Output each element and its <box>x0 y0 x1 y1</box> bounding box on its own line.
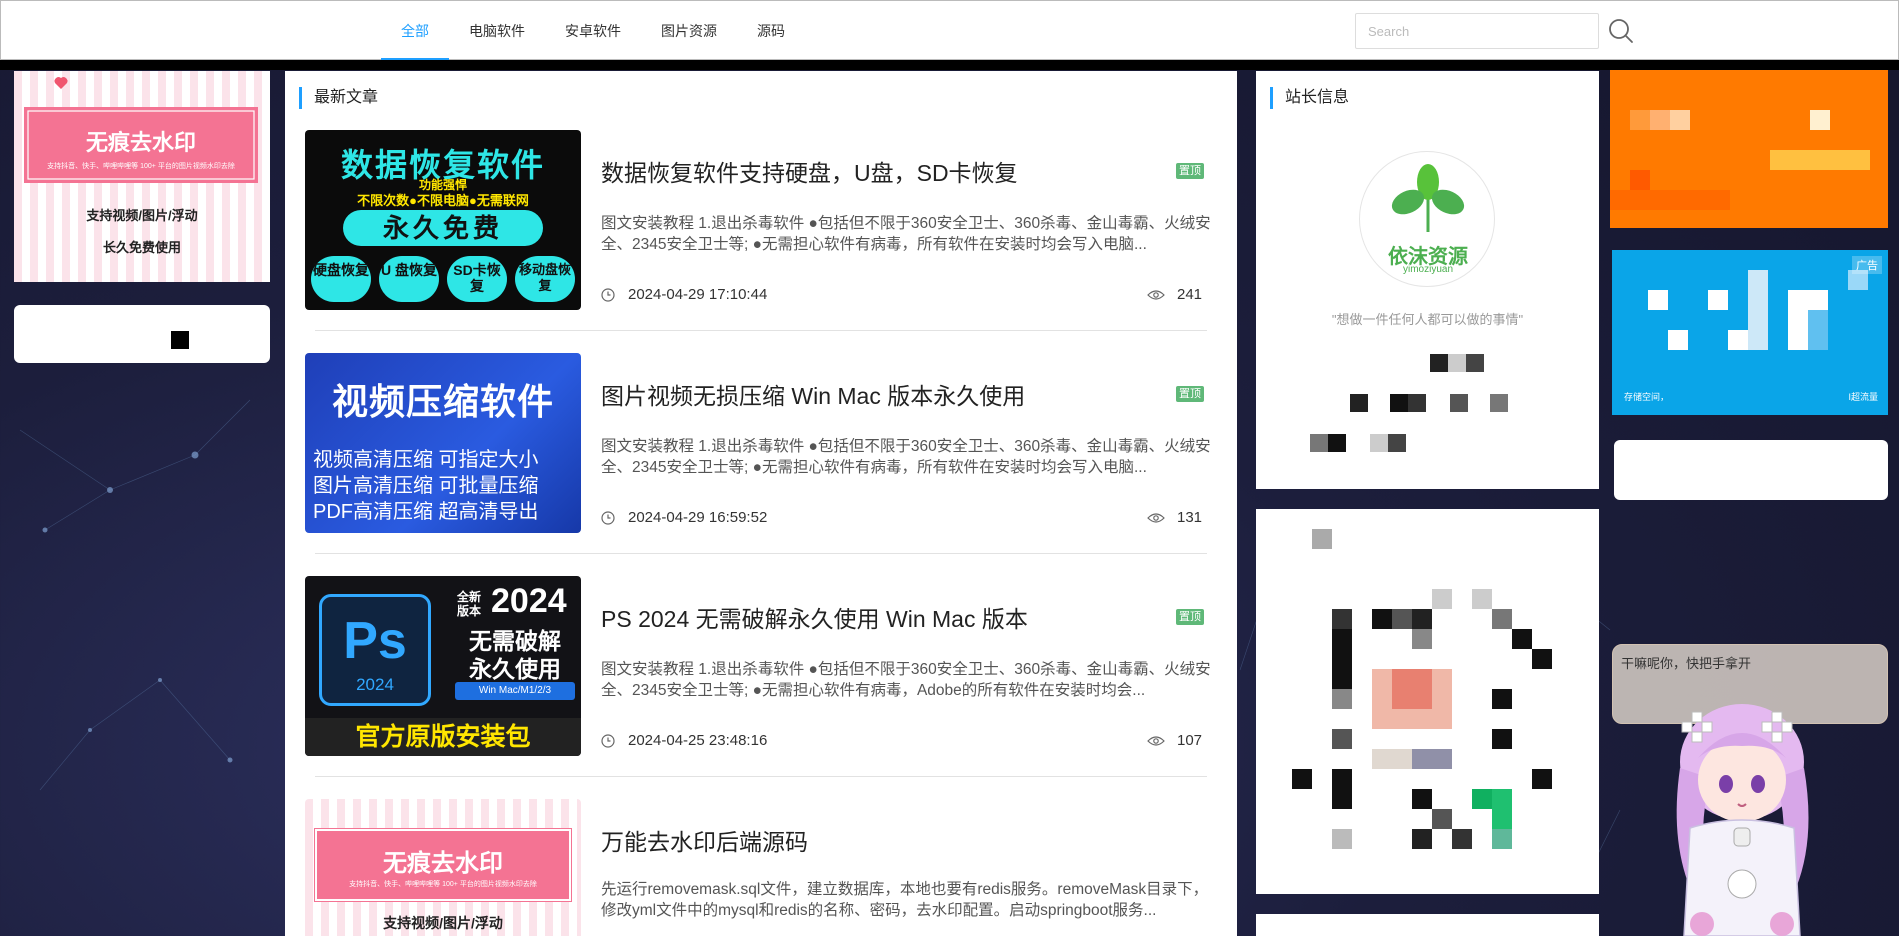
article-item[interactable]: Ps 2024 全新版本 2024 无需破解 永久使用 Win Mac/M1/2… <box>305 576 1215 756</box>
divider <box>315 553 1207 554</box>
nav-item-image-resources[interactable]: 图片资源 <box>641 1 737 61</box>
ad-text-left: 存储空间， <box>1624 392 1670 402</box>
right-ad-blue[interactable]: 广告 存储空间， I​超流量 <box>1612 250 1888 415</box>
site-owner-panel: 站长信息 依沫资源 yimoziyuan "想做一件任何人都可以做的事情" <box>1256 71 1599 489</box>
thumb-text: 视频压缩软件 <box>331 381 554 422</box>
thumb-text: 视频高清压缩 可指定大小 <box>313 449 539 471</box>
thumb-text: 不限次数●不限电脑●无需联网 <box>357 193 529 208</box>
leaf-icon <box>1391 164 1465 232</box>
article-meta: 2024-04-29 17:10:44 241 <box>601 286 1213 306</box>
thumb-text: 无痕去水印 <box>383 850 503 877</box>
article-meta: 2024-04-25 23:48:16 107 <box>601 732 1213 752</box>
clock-icon <box>601 511 615 525</box>
top-navbar: 全部 电脑软件 安卓软件 图片资源 源码 <box>0 0 1899 61</box>
article-thumbnail[interactable]: Ps 2024 全新版本 2024 无需破解 永久使用 Win Mac/M1/2… <box>305 576 581 756</box>
section-title-owner: 站长信息 <box>1270 87 1349 109</box>
article-thumbnail[interactable]: 无痕去水印 支持抖音、快手、哔哩哔哩等 100+ 平台的图片视频水印去除 支持视… <box>305 799 581 936</box>
thumb-text: U 盘恢复 <box>379 256 439 302</box>
eye-icon <box>1147 290 1165 300</box>
mascot-character[interactable] <box>1650 688 1830 936</box>
left-ad-banner[interactable]: 无痕去水印 支持抖音、快手、哔哩哔哩等 100+ 平台的图片视频水印去除 支持视… <box>14 71 270 282</box>
thumb-text: 2024 <box>491 582 567 620</box>
clock-icon <box>601 734 615 748</box>
thumb-text: 永久使用 <box>469 656 561 682</box>
eye-icon <box>1147 513 1165 523</box>
article-title[interactable]: PS 2024 无需破解永久使用 Win Mac 版本 <box>601 600 1161 634</box>
nav-item-all[interactable]: 全部 <box>381 1 449 61</box>
article-title[interactable]: 万能去水印后端源码 <box>601 823 1161 857</box>
article-views: 131 <box>1177 509 1203 526</box>
left-ad-line2: 长久免费使用 <box>102 240 181 255</box>
left-ad-line1: 支持视频/图片/浮动 <box>86 208 198 223</box>
pinned-badge: 置顶 <box>1176 609 1204 625</box>
left-ad-box[interactable] <box>14 305 270 363</box>
qr-code-image <box>1292 529 1552 849</box>
thumb-text: PDF高清压缩 超高清导出 <box>313 501 539 523</box>
article-item[interactable]: 数据恢复软件 功能强悍 不限次数●不限电脑●无需联网 永久免费 硬盘恢复 U 盘… <box>305 130 1215 310</box>
qr-code-panel <box>1256 509 1599 894</box>
left-ad-title: 无痕去水印 <box>85 130 196 155</box>
article-title[interactable]: 数据恢复软件支持硬盘，U盘，SD卡恢复 <box>601 154 1161 188</box>
thumb-text: 硬盘恢复 <box>311 256 371 302</box>
article-date: 2024-04-29 16:59:52 <box>628 509 768 526</box>
right-ad-orange[interactable] <box>1610 70 1888 228</box>
right-ad-orange-image <box>1610 70 1888 228</box>
divider <box>315 330 1207 331</box>
mascot-speech-text: 干嘛呢你，快把手拿开 <box>1621 656 1752 671</box>
article-summary: 图文安装教程 1.退出杀毒软件 ●包括但不限于360安全卫士、360杀毒、金山毒… <box>601 215 1211 253</box>
article-summary: 先运行removemask.sql文件，建立数据库，本地也要有redis服务。r… <box>601 881 1209 919</box>
main-nav: 全部 电脑软件 安卓软件 图片资源 源码 <box>381 1 805 61</box>
thumb-text: 官方原版安装包 <box>305 718 581 756</box>
thumb-text: 移动盘恢复 <box>515 256 575 302</box>
article-title[interactable]: 图片视频无损压缩 Win Mac 版本永久使用 <box>601 377 1161 411</box>
eye-icon <box>1147 736 1165 746</box>
logo-subtext: yimoziyuan <box>1402 264 1454 275</box>
navbar-shadow <box>0 60 1899 70</box>
ad-text-right: I​超流量 <box>1848 392 1878 402</box>
thumb-text: Win Mac/M1/2/3 <box>455 682 575 700</box>
censored-block <box>186 349 202 363</box>
article-meta: 2024-04-29 16:59:52 131 <box>601 509 1213 529</box>
section-title-latest: 最新文章 <box>299 87 378 109</box>
thumb-text: 全新版本 <box>457 590 482 618</box>
article-item[interactable]: 视频压缩软件 视频高清压缩 可指定大小 图片高清压缩 可批量压缩 PDF高清压缩… <box>305 353 1215 533</box>
next-widget-panel <box>1256 914 1599 936</box>
thumb-text: 支持视频/图片/浮动 <box>383 915 503 931</box>
ps-logo: Ps 2024 <box>319 594 431 706</box>
article-date: 2024-04-29 17:10:44 <box>628 286 768 303</box>
censored-contact-info <box>1310 354 1508 452</box>
divider <box>315 776 1207 777</box>
article-views: 107 <box>1177 732 1203 749</box>
article-date: 2024-04-25 23:48:16 <box>628 732 768 749</box>
nav-item-android-software[interactable]: 安卓软件 <box>545 1 641 61</box>
censored-block <box>171 331 189 349</box>
owner-motto: "想做一件任何人都可以做的事情" <box>1331 312 1524 327</box>
article-thumbnail[interactable]: 视频压缩软件 视频高清压缩 可指定大小 图片高清压缩 可批量压缩 PDF高清压缩… <box>305 353 581 533</box>
pinned-badge: 置顶 <box>1176 163 1204 179</box>
thumb-text: 支持抖音、快手、哔哩哔哩等 100+ 平台的图片视频水印去除 <box>349 881 537 888</box>
left-ad-subtitle: 支持抖音、快手、哔哩哔哩等 100+ 平台的图片视频水印去除 <box>47 163 235 170</box>
search-icon[interactable] <box>1607 17 1635 45</box>
pinned-badge: 置顶 <box>1176 386 1204 402</box>
nav-item-source-code[interactable]: 源码 <box>737 1 805 61</box>
nav-item-pc-software[interactable]: 电脑软件 <box>449 1 545 61</box>
thumb-text: Ps <box>343 612 407 670</box>
search-input[interactable] <box>1355 13 1599 49</box>
ad-tag: 广告 <box>1852 256 1882 274</box>
article-list-panel: 最新文章 数据恢复软件 功能强悍 不限次数●不限电脑●无需联网 永久免费 硬盘恢… <box>285 71 1237 936</box>
article-summary: 图文安装教程 1.退出杀毒软件 ●包括但不限于360安全卫士、360杀毒、金山毒… <box>601 661 1211 699</box>
thumb-text: 2024 <box>356 675 394 694</box>
thumb-text: SD卡恢复 <box>447 256 507 302</box>
thumb-banner: 无痕去水印 支持抖音、快手、哔哩哔哩等 100+ 平台的图片视频水印去除 <box>314 828 572 902</box>
article-summary: 图文安装教程 1.退出杀毒软件 ●包括但不限于360安全卫士、360杀毒、金山毒… <box>601 438 1211 476</box>
article-item[interactable]: 无痕去水印 支持抖音、快手、哔哩哔哩等 100+ 平台的图片视频水印去除 支持视… <box>305 799 1215 936</box>
article-views: 241 <box>1177 286 1203 303</box>
site-logo: 依沫资源 yimoziyuan <box>1359 151 1495 287</box>
article-thumbnail[interactable]: 数据恢复软件 功能强悍 不限次数●不限电脑●无需联网 永久免费 硬盘恢复 U 盘… <box>305 130 581 310</box>
clock-icon <box>601 288 615 302</box>
right-ad-box[interactable] <box>1614 440 1888 500</box>
thumb-text: 图片高清压缩 可批量压缩 <box>313 475 539 497</box>
thumb-text: 永久免费 <box>343 210 543 246</box>
